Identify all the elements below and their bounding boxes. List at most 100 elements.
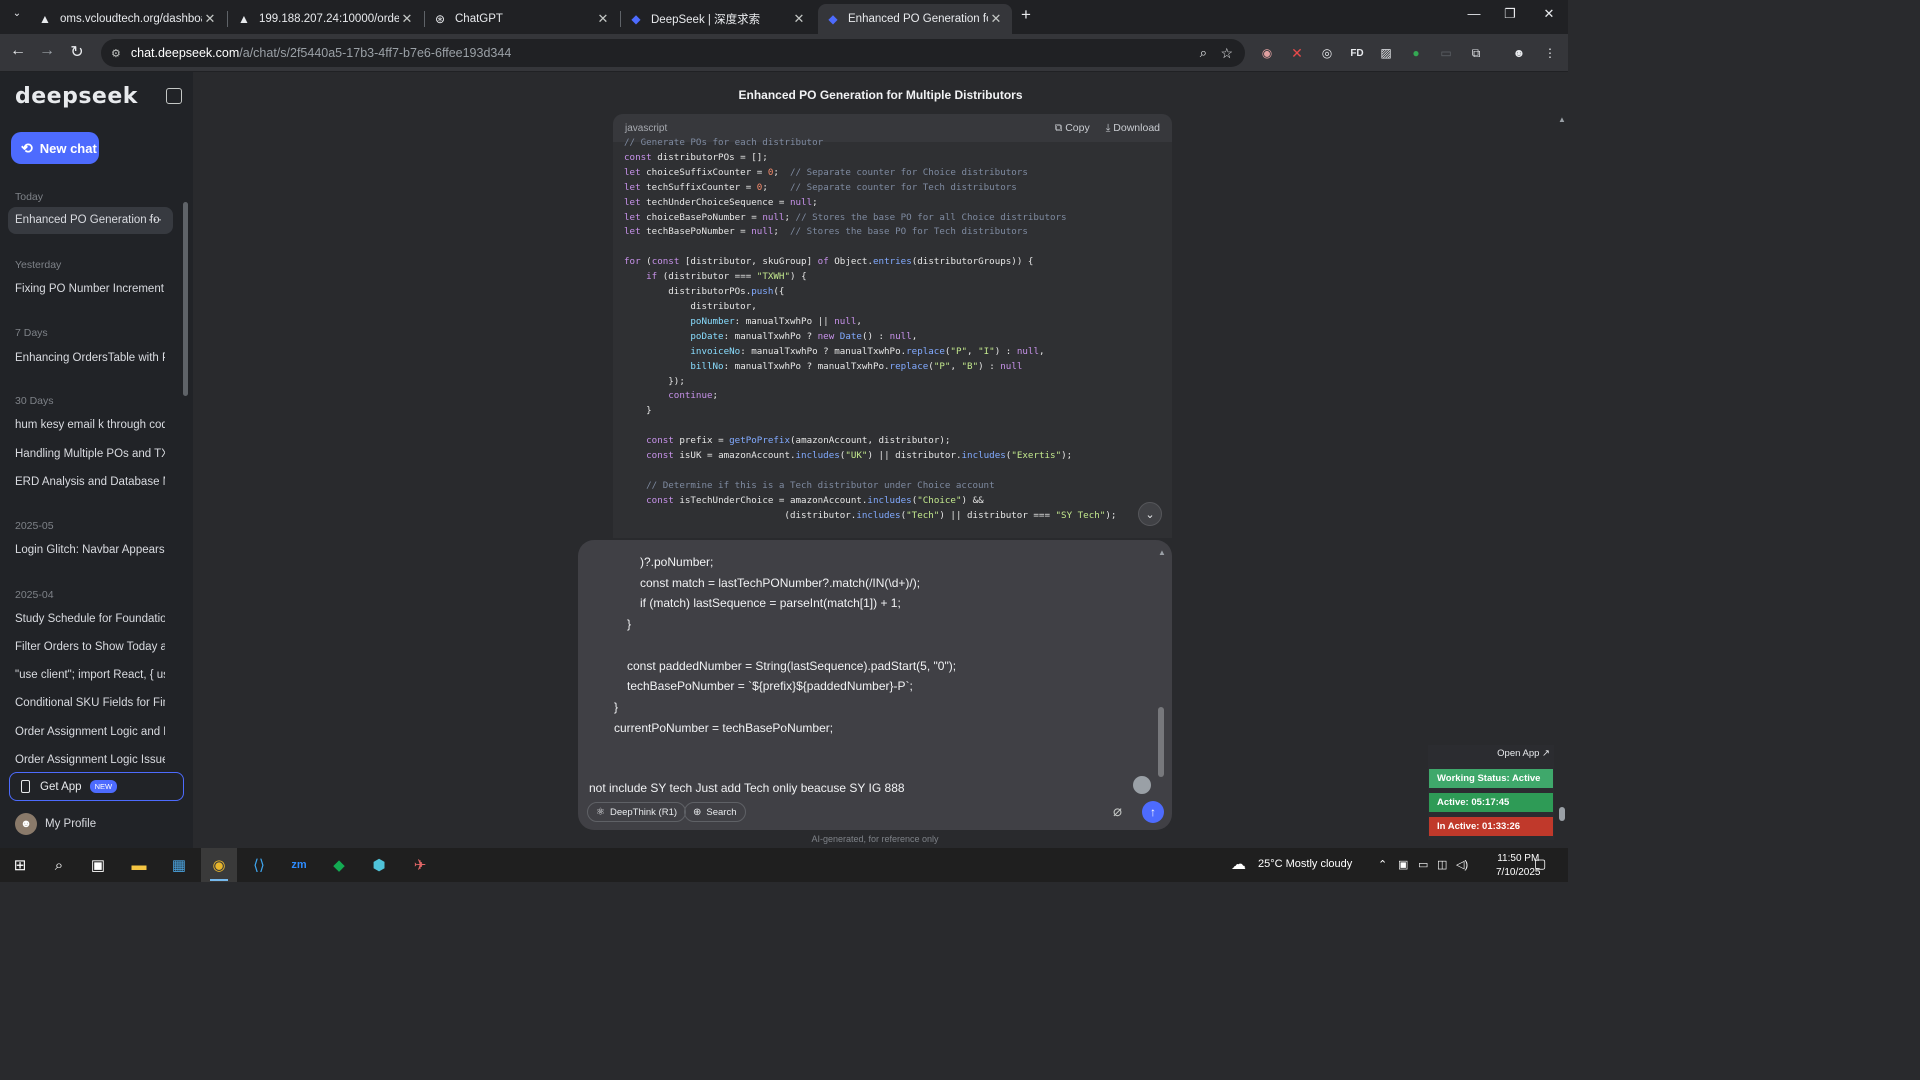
history-item[interactable]: hum kesy email k through code [15,419,165,431]
tray-app-icon[interactable]: ▣ [1398,858,1408,871]
section-label-today: Today [15,191,44,203]
more-options-icon[interactable]: ··· [148,212,163,226]
history-item[interactable]: Fixing PO Number Increment Iss [15,283,165,295]
tab-enhanced-po[interactable]: ◆ Enhanced PO Generation for M ✕ [818,4,1012,34]
assistant-helper-icon[interactable] [1133,776,1151,794]
window-close-icon[interactable]: ✕ [1534,6,1564,22]
history-item-active[interactable]: Enhanced PO Generation fo ··· [8,207,173,234]
back-icon[interactable]: ← [7,42,29,60]
restore-icon[interactable]: ❐ [1495,6,1525,22]
close-icon[interactable]: ✕ [595,11,611,27]
app-bird-icon[interactable]: ✈ [408,854,432,876]
globe-icon: ⊕ [693,806,702,818]
tab-orders[interactable]: ▲ 199.188.207.24:10000/orders/6 ✕ [229,4,423,34]
site-info-icon[interactable]: ⚙ [111,47,121,60]
address-bar[interactable]: ⚙ chat.deepseek.com/a/chat/s/2f5440a5-17… [101,39,1245,67]
history-item[interactable]: ERD Analysis and Database Mod [15,476,165,488]
new-chat-button[interactable]: ⟲ New chat [11,132,99,164]
star-icon[interactable]: ☆ [1220,45,1233,62]
page-scroll-up-icon[interactable]: ▲ [1558,115,1566,124]
sidebar-scrollbar[interactable] [183,202,188,396]
my-profile-button[interactable]: ☻ My Profile [15,813,96,835]
inactive-timer: In Active: 01:33:26 [1429,817,1553,836]
mongodb-icon[interactable]: ◆ [327,854,351,876]
section-label-yesterday: Yesterday [15,259,62,271]
get-app-button[interactable]: Get App NEW [9,772,184,801]
weather-text[interactable]: 25°C Mostly cloudy [1258,858,1352,870]
open-app-link[interactable]: Open App ↗ [1497,748,1550,759]
reload-icon[interactable]: ↻ [66,42,88,62]
send-button[interactable]: ↑ [1142,801,1164,823]
history-item[interactable]: Order Assignment Logic and Pri [15,726,165,738]
minimize-icon[interactable]: — [1459,6,1489,21]
history-item[interactable]: Study Schedule for Foundation U [15,613,165,625]
app-hex-icon[interactable]: ⬢ [367,854,391,876]
scroll-up-arrow-icon[interactable]: ▲ [1158,548,1166,557]
chrome-icon[interactable]: ◉ [201,848,237,882]
store-icon[interactable]: ▦ [167,854,191,876]
network-icon[interactable]: ◫ [1437,858,1447,871]
close-icon[interactable]: ✕ [791,11,807,27]
history-item[interactable]: Conditional SKU Fields for Finan [15,697,165,709]
tab-deepseek[interactable]: ◆ DeepSeek | 深度求索 ✕ [621,4,815,34]
browser-tab-bar: ⌄ ▲ oms.vcloudtech.org/dashboard ✕ ▲ 199… [0,0,1568,34]
zoom-app-icon[interactable]: zm [287,854,311,876]
phone-icon [21,780,30,793]
extension-green-icon[interactable]: ● [1407,44,1425,62]
vscode-icon[interactable]: ⟨⟩ [247,854,271,876]
search-button[interactable]: ⊕ Search [684,802,746,822]
browser-menu-icon[interactable]: ⋮ [1541,44,1559,62]
extension-cast-icon[interactable]: ▭ [1437,44,1455,62]
history-item[interactable]: Login Glitch: Navbar Appears Af [15,544,165,556]
deepseek-logo[interactable]: deepseek [15,84,138,109]
extensions-puzzle-icon[interactable]: ⧉ [1467,44,1485,62]
extension-fd-icon[interactable]: FD [1348,44,1366,62]
chatgpt-icon: ⊛ [434,12,446,26]
history-item[interactable]: Handling Multiple POs and TXW [15,448,165,460]
history-item[interactable]: Enhancing OrdersTable with Pro [15,352,165,364]
triangle-icon: ▲ [39,12,51,26]
windows-start-icon[interactable]: ⊞ [8,854,32,876]
close-icon[interactable]: ✕ [399,11,415,27]
extension-globe-icon[interactable]: ◎ [1318,44,1336,62]
deepthink-button[interactable]: ⚛ DeepThink (R1) [587,802,687,822]
close-icon[interactable]: ✕ [988,11,1004,27]
history-item[interactable]: Filter Orders to Show Today and [15,641,165,653]
tray-chevron-icon[interactable]: ⌃ [1378,858,1387,871]
volume-icon[interactable]: ◁) [1456,858,1468,871]
battery-icon[interactable]: ▭ [1418,858,1428,871]
deepseek-icon: ◆ [631,12,641,26]
extension-image-icon[interactable]: ▨ [1377,44,1395,62]
atom-icon: ⚛ [596,806,605,818]
input-scrollbar[interactable] [1158,707,1164,777]
history-item[interactable]: "use client"; import React, { us [15,669,165,681]
task-view-icon[interactable]: ▣ [86,854,110,876]
close-icon[interactable]: ✕ [202,11,218,27]
search-icon[interactable]: ⌕ [47,854,71,876]
forward-icon[interactable]: → [36,42,58,60]
copy-button[interactable]: ⧉ Copy [1055,122,1090,135]
weather-icon[interactable]: ☁ [1231,855,1246,873]
page-scrollbar[interactable] [1559,807,1565,821]
zoom-icon[interactable]: ⌕ [1200,45,1207,61]
tab-oms-dashboard[interactable]: ▲ oms.vcloudtech.org/dashboard ✕ [30,4,226,34]
collapse-sidebar-icon[interactable] [166,88,182,104]
notifications-icon[interactable]: ▢ [1534,856,1546,872]
tab-search-icon[interactable]: ⌄ [2,8,32,19]
taskbar: ⊞ ⌕ ▣ ▬ ▦ ◉ ⟨⟩ zm ◆ ⬢ ✈ ☁ 25°C Mostly cl… [0,848,1568,882]
new-tab-icon[interactable]: + [1011,5,1041,25]
status-widget: Open App ↗ Working Status: Active Active… [1428,745,1554,840]
file-explorer-icon[interactable]: ▬ [127,854,151,876]
section-label-30days: 30 Days [15,395,54,407]
scroll-to-bottom-button[interactable]: ⌄ [1138,502,1162,526]
code-content: // Generate POs for each distributor con… [624,137,1117,521]
new-badge: NEW [89,780,118,793]
tab-chatgpt[interactable]: ⊛ ChatGPT ✕ [425,4,619,34]
history-item[interactable]: Order Assignment Logic Issue w [15,754,165,766]
extension-x-icon[interactable]: ✕ [1288,44,1306,62]
message-input[interactable]: ▲ )?.poNumber; const match = lastTechPON… [578,540,1172,830]
download-button[interactable]: ⤓ Download [1106,122,1160,135]
profile-avatar-icon[interactable]: ☻ [1510,44,1528,62]
attach-icon[interactable]: ⌀ [1113,802,1122,820]
extension-eye-icon[interactable]: ◉ [1258,44,1276,62]
